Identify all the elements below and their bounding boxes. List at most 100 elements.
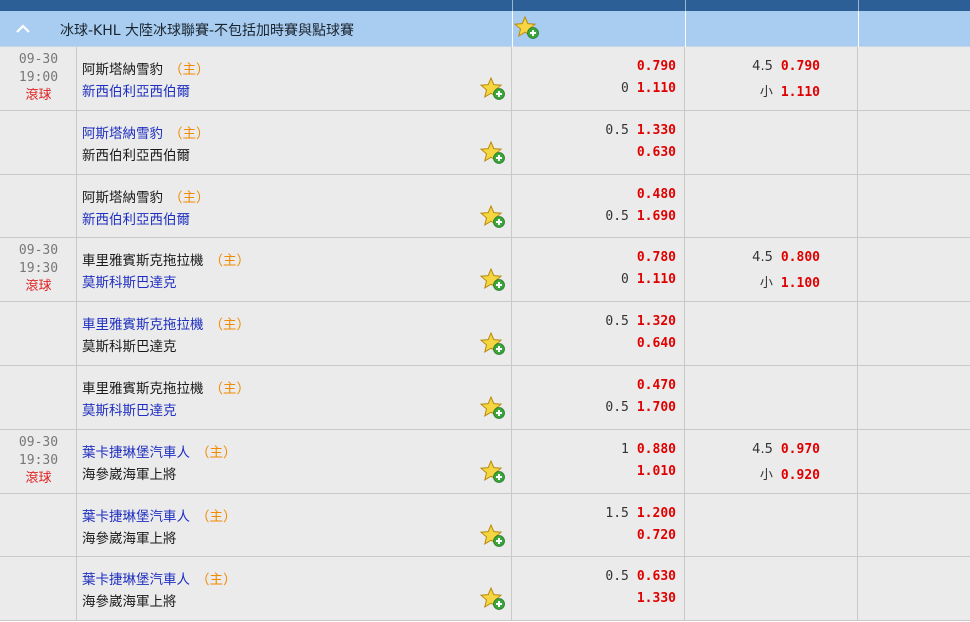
handicap-cell: 0.470 0.5 1.700 (512, 365, 685, 429)
add-favorite-button[interactable] (479, 331, 506, 360)
add-favorite-button[interactable] (479, 76, 506, 105)
odds-button[interactable]: 1.010 (637, 464, 676, 479)
match-row: 09-30 19:30 滾球 車里雅賓斯克拖拉機 （主） 莫斯科斯巴達克 0.780 0 1.1… (0, 238, 970, 303)
odds-button[interactable]: 0.790 (637, 59, 676, 74)
time-cell (0, 557, 77, 621)
odds-button[interactable]: 1.110 (781, 85, 820, 100)
extra-market-cell (858, 366, 970, 429)
under-label: 小 (759, 467, 773, 483)
odds-button[interactable]: 0.790 (781, 59, 820, 74)
live-status: 滾球 (25, 88, 52, 103)
teams-cell: 葉卡捷琳堡汽車人 （主） 海參崴海軍上將 (77, 429, 512, 493)
add-favorite-button[interactable] (479, 523, 506, 552)
match-date: 09-30 (18, 52, 59, 67)
collapse-button[interactable] (12, 19, 34, 39)
time-cell (0, 365, 77, 429)
odds-button[interactable]: 0.630 (637, 569, 676, 584)
away-team-name: 海參崴海軍上將 (82, 466, 177, 483)
handicap-line: 0.5 (605, 399, 629, 415)
odds-button[interactable]: 0.630 (637, 145, 676, 160)
match-list: 09-30 19:00 滾球 阿斯塔納雪豹 （主） 新西伯利亞西伯爾 0.790 0 1.110… (0, 47, 970, 622)
under-label: 小 (759, 276, 773, 292)
home-team: 車里雅賓斯克拖拉機 （主） (82, 313, 250, 333)
away-team-name: 新西伯利亞西伯爾 (82, 147, 190, 164)
odds-button[interactable]: 0.800 (781, 250, 820, 265)
match-date: 09-30 (18, 243, 59, 259)
odds-button[interactable]: 0.470 (637, 378, 676, 393)
odds-button[interactable]: 0.720 (637, 528, 676, 543)
odds-button[interactable]: 1.690 (637, 209, 676, 224)
odds-button[interactable]: 1.320 (637, 314, 676, 329)
odds-button[interactable]: 0.480 (637, 187, 676, 202)
match-time: 19:00 (18, 70, 59, 85)
odds-button[interactable]: 0.780 (637, 250, 676, 265)
odds-button[interactable]: 1.330 (637, 123, 676, 138)
home-team-name: 葉卡捷琳堡汽車人 (82, 444, 190, 461)
handicap-cell: 0.790 0 1.110 (512, 47, 685, 110)
away-team-name: 莫斯科斯巴達克 (82, 339, 177, 356)
star-plus-icon (479, 523, 505, 547)
star-plus-icon (479, 331, 505, 356)
handicap-line: 0.5 (605, 569, 629, 585)
add-favorite-button[interactable] (479, 140, 506, 169)
handicap-cell: 0.5 1.320 0.640 (512, 302, 685, 365)
add-favorite-button[interactable] (479, 204, 506, 233)
time-cell (0, 110, 77, 174)
header-divider (685, 11, 686, 47)
match-row: 阿斯塔納雪豹 （主） 新西伯利亞西伯爾 0.5 1.330 0.630 (0, 110, 970, 175)
odds-button[interactable]: 1.200 (637, 506, 676, 521)
odds-button[interactable]: 1.100 (781, 276, 820, 291)
odds-button[interactable]: 1.700 (637, 400, 676, 415)
over-under-cell (685, 365, 858, 429)
away-team-name: 海參崴海軍上將 (82, 594, 177, 611)
handicap-line: 0.5 (605, 314, 629, 330)
odds-button[interactable]: 0.640 (637, 336, 676, 351)
chevron-up-icon (16, 24, 30, 33)
handicap-line: 0 (621, 81, 629, 96)
match-row: 葉卡捷琳堡汽車人 （主） 海參崴海軍上將 1.5 1.200 0.720 (0, 493, 970, 558)
star-plus-icon (479, 140, 505, 164)
star-plus-icon (479, 268, 505, 292)
teams-cell: 車里雅賓斯克拖拉機 （主） 莫斯科斯巴達克 (77, 238, 512, 302)
over-under-cell (685, 174, 858, 238)
add-favorite-button[interactable] (479, 459, 506, 488)
over-under-cell: 4.5 0.800 小 1.100 (685, 238, 858, 302)
over-under-cell (685, 493, 858, 557)
extra-market-cell (858, 557, 970, 620)
star-plus-icon (513, 15, 539, 39)
time-cell (0, 174, 77, 238)
handicap-cell: 1.5 1.200 0.720 (512, 493, 685, 557)
away-team-name: 新西伯利亞西伯爾 (82, 211, 190, 228)
home-team-name: 車里雅賓斯克拖拉機 (82, 380, 204, 397)
add-favorite-button[interactable] (479, 587, 506, 615)
handicap-cell: 0.5 0.630 1.330 (512, 557, 685, 621)
home-team: 葉卡捷琳堡汽車人 （主） (82, 568, 237, 588)
away-team-name: 海參崴海軍上將 (82, 530, 177, 547)
league-favorite-button[interactable] (513, 15, 540, 44)
home-team-name: 葉卡捷琳堡汽車人 (82, 508, 190, 525)
total-line: 4.5 (752, 441, 773, 457)
total-line: 4.5 (752, 59, 773, 74)
odds-button[interactable]: 0.920 (781, 468, 820, 483)
star-plus-icon (479, 459, 505, 483)
add-favorite-button[interactable] (479, 268, 506, 296)
home-team: 車里雅賓斯克拖拉機 （主） (82, 377, 250, 397)
over-under-cell (685, 110, 858, 174)
under-label: 小 (759, 85, 773, 100)
odds-button[interactable]: 0.880 (637, 442, 676, 457)
odds-button[interactable]: 1.330 (637, 591, 676, 606)
home-tag: （主） (209, 380, 251, 397)
match-time: 19:30 (18, 261, 59, 277)
odds-button[interactable]: 0.970 (781, 442, 820, 457)
odds-button[interactable]: 1.110 (637, 81, 676, 96)
handicap-line: 0.5 (605, 122, 629, 138)
match-row: 阿斯塔納雪豹 （主） 新西伯利亞西伯爾 0.480 0.5 1.690 (0, 174, 970, 239)
header-divider (858, 0, 859, 11)
extra-market-cell (858, 302, 970, 365)
odds-button[interactable]: 1.110 (637, 272, 676, 287)
add-favorite-button[interactable] (479, 395, 506, 424)
away-team-name: 莫斯科斯巴達克 (82, 275, 177, 292)
home-team: 阿斯塔納雪豹 （主） (82, 122, 210, 142)
teams-cell: 阿斯塔納雪豹 （主） 新西伯利亞西伯爾 (77, 174, 512, 238)
over-under-cell: 4.5 0.970 小 0.920 (685, 429, 858, 493)
